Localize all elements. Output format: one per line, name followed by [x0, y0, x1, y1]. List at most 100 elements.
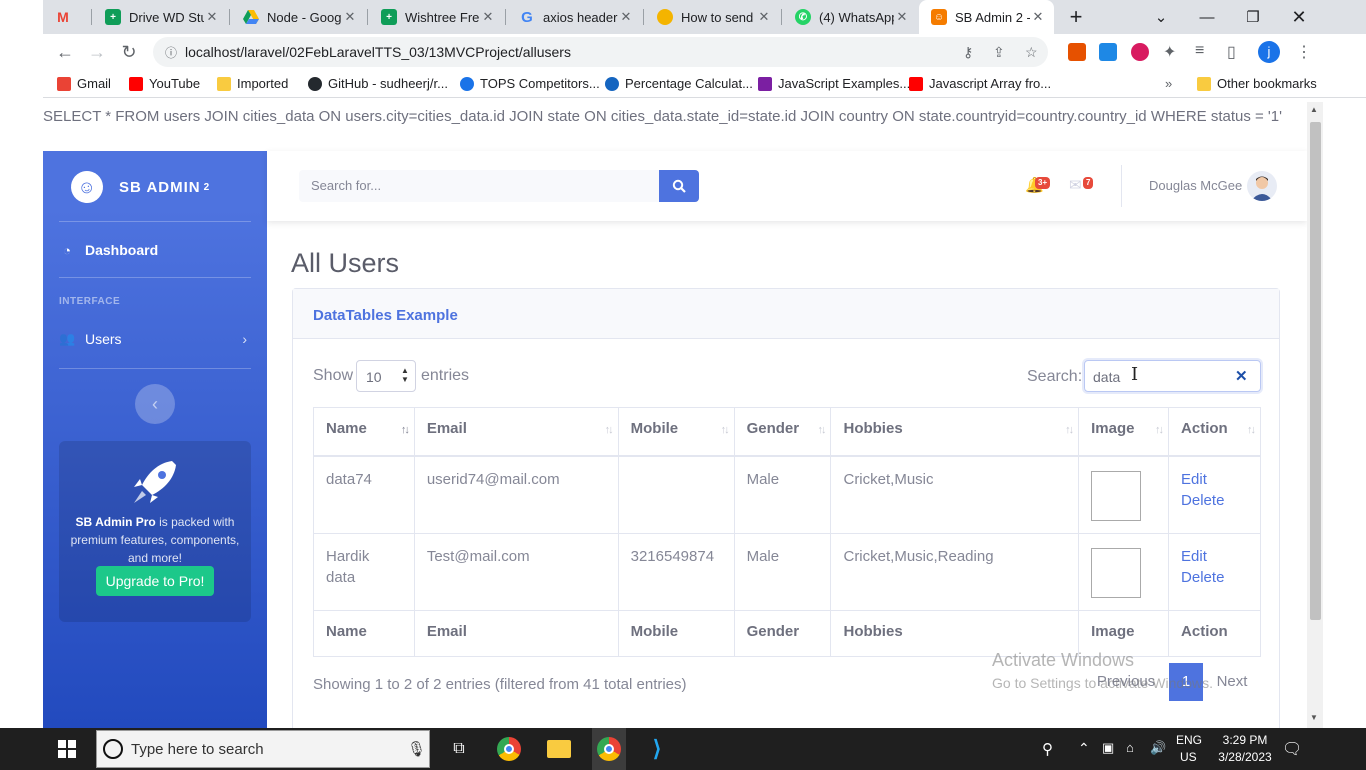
- bookmark-imported[interactable]: Imported: [217, 76, 288, 91]
- search-button[interactable]: [659, 170, 699, 202]
- chrome-active-taskbar-icon[interactable]: [592, 728, 626, 770]
- sort-icon: ↑↓: [720, 424, 730, 436]
- scrollbar-thumb[interactable]: [1310, 122, 1321, 620]
- close-icon[interactable]: ✕: [342, 9, 358, 25]
- bookmark-js-examples[interactable]: JavaScript Examples...: [758, 76, 910, 91]
- bookmark-gmail[interactable]: Gmail: [57, 76, 111, 91]
- column-header-mobile[interactable]: Mobile ↑↓: [617, 407, 735, 457]
- browser-toolbar: ← → ↻ ⓘ localhost/laravel/02FebLaravelTT…: [43, 34, 1366, 70]
- broken-image: [1091, 470, 1142, 521]
- upgrade-button[interactable]: Upgrade to Pro!: [96, 566, 214, 596]
- close-icon[interactable]: ✕: [1030, 9, 1046, 25]
- media-icon[interactable]: ≡: [1195, 42, 1204, 60]
- browser-tab[interactable]: Node - Googl ✕: [231, 0, 366, 34]
- clear-search-icon[interactable]: ✕: [1235, 367, 1248, 385]
- browser-tab[interactable]: How to send ✕: [645, 0, 780, 34]
- close-icon[interactable]: ✕: [618, 9, 634, 25]
- menu-icon[interactable]: ⋮: [1296, 42, 1312, 62]
- rocket-icon: [134, 461, 176, 503]
- column-header-gender[interactable]: Gender ↑↓: [733, 407, 832, 457]
- tray-app-icon[interactable]: ▣: [1102, 740, 1114, 756]
- extension-icon[interactable]: [1131, 43, 1149, 61]
- extension-icon[interactable]: [1068, 43, 1086, 61]
- file-explorer-icon[interactable]: [544, 734, 574, 764]
- browser-tab[interactable]: G axios header ✕: [507, 0, 642, 34]
- google-icon: G: [521, 8, 533, 26]
- bookmark-github[interactable]: GitHub - sudheerj/r...: [308, 76, 448, 91]
- sidepanel-icon[interactable]: ▯: [1227, 42, 1236, 62]
- key-icon[interactable]: ⚷: [963, 44, 973, 61]
- avatar[interactable]: [1247, 171, 1277, 201]
- bookmark-tops[interactable]: TOPS Competitors...: [460, 76, 600, 91]
- show-hidden-icons[interactable]: ⌃: [1078, 740, 1090, 757]
- sidebar-item-users[interactable]: 👥 Users ›: [59, 331, 251, 347]
- windows-start-button[interactable]: [52, 734, 82, 764]
- bookmark-percentage[interactable]: Percentage Calculat...: [605, 76, 753, 91]
- close-icon[interactable]: ✕: [204, 9, 220, 25]
- taskbar-search-input[interactable]: Type here to search 🎙: [96, 730, 430, 768]
- reload-button[interactable]: ↻: [115, 38, 143, 66]
- puzzle-icon[interactable]: ✦: [1163, 42, 1176, 62]
- maximize-button[interactable]: ❐: [1230, 0, 1276, 34]
- notifications-icon[interactable]: 🗨: [1282, 739, 1302, 759]
- sidebar-brand[interactable]: ☺ SB ADMIN 2: [67, 167, 210, 207]
- close-icon[interactable]: ✕: [894, 9, 910, 25]
- address-bar[interactable]: ⓘ localhost/laravel/02FebLaravelTTS_03/1…: [153, 37, 1048, 67]
- profile-avatar[interactable]: j: [1258, 41, 1280, 63]
- delete-link[interactable]: Delete: [1181, 492, 1224, 509]
- edit-link[interactable]: Edit: [1181, 471, 1207, 488]
- close-icon[interactable]: ✕: [756, 9, 772, 25]
- network-icon[interactable]: ⌂: [1126, 740, 1134, 755]
- envelope-icon[interactable]: ✉: [1069, 176, 1082, 194]
- page-length-select[interactable]: 10 ▲ ▼: [356, 360, 416, 392]
- new-tab-button[interactable]: +: [1053, 0, 1099, 34]
- vscode-icon[interactable]: ⟩: [642, 734, 672, 764]
- close-icon[interactable]: ✕: [480, 9, 496, 25]
- column-header-email[interactable]: Email ↑↓: [413, 407, 619, 457]
- bookmark-js-array[interactable]: Javascript Array fro...: [909, 76, 1051, 91]
- microphone-icon[interactable]: 🎙: [407, 740, 426, 758]
- scroll-down-icon[interactable]: ▼: [1310, 713, 1318, 722]
- user-name[interactable]: Douglas McGee: [1149, 178, 1242, 193]
- column-header-hobbies[interactable]: Hobbies ↑↓: [830, 407, 1080, 457]
- column-header-name[interactable]: Name ↑↓: [313, 407, 415, 457]
- more-bookmarks-icon[interactable]: »: [1165, 76, 1172, 91]
- share-icon[interactable]: ⇪: [993, 44, 1005, 61]
- language-indicator[interactable]: ENG: [1176, 733, 1202, 747]
- sort-icon: ↑↓: [1247, 424, 1256, 436]
- clock-time[interactable]: 3:29 PM: [1216, 733, 1274, 747]
- clock-date[interactable]: 3/28/2023: [1212, 750, 1278, 764]
- minimize-button[interactable]: —: [1184, 0, 1230, 34]
- topbar-search-input[interactable]: Search for...: [299, 170, 659, 202]
- scroll-up-icon[interactable]: ▲: [1310, 105, 1318, 114]
- edit-link[interactable]: Edit: [1181, 548, 1207, 565]
- sidebar-toggle-button[interactable]: ‹: [135, 384, 175, 424]
- browser-tab[interactable]: ✆ (4) WhatsApp ✕: [783, 0, 918, 34]
- topbar: Search for... 🔔 3+ ✉ 7 Douglas McGee: [267, 151, 1307, 221]
- sidebar-item-dashboard[interactable]: ◔ Dashboard: [59, 242, 158, 258]
- delete-link[interactable]: Delete: [1181, 569, 1224, 586]
- browser-tab[interactable]: + Wishtree Freh ✕: [369, 0, 504, 34]
- table-search-input[interactable]: data ✕: [1084, 360, 1261, 392]
- volume-icon[interactable]: 🔊: [1150, 740, 1166, 756]
- people-icon[interactable]: ⚲: [1042, 740, 1053, 758]
- chrome-taskbar-icon[interactable]: [494, 734, 524, 764]
- bookmarks-bar: Gmail YouTube Imported GitHub - sudheerj…: [43, 70, 1366, 98]
- column-header-image[interactable]: Image ↑↓: [1078, 407, 1170, 457]
- extension-icon[interactable]: [1099, 43, 1117, 61]
- tab-search-icon[interactable]: ⌄: [1138, 0, 1184, 34]
- back-button[interactable]: ←: [51, 38, 79, 66]
- page-title: All Users: [291, 248, 400, 278]
- window-close-button[interactable]: ✕: [1276, 0, 1322, 34]
- other-bookmarks[interactable]: Other bookmarks: [1197, 76, 1317, 91]
- gmail-icon: M: [57, 9, 69, 25]
- column-header-action[interactable]: Action ↑↓: [1168, 407, 1261, 457]
- browser-tab-active[interactable]: ☺ SB Admin 2 - ✕: [919, 0, 1054, 34]
- task-view-icon[interactable]: ⧉: [444, 734, 474, 764]
- bookmark-youtube[interactable]: YouTube: [129, 76, 200, 91]
- browser-tab[interactable]: + Drive WD Stu ✕: [93, 0, 228, 34]
- site-info-icon[interactable]: ⓘ: [165, 44, 177, 61]
- forward-button[interactable]: →: [83, 38, 111, 66]
- bookmark-star-icon[interactable]: ☆: [1025, 44, 1038, 61]
- search-icon: [672, 179, 686, 193]
